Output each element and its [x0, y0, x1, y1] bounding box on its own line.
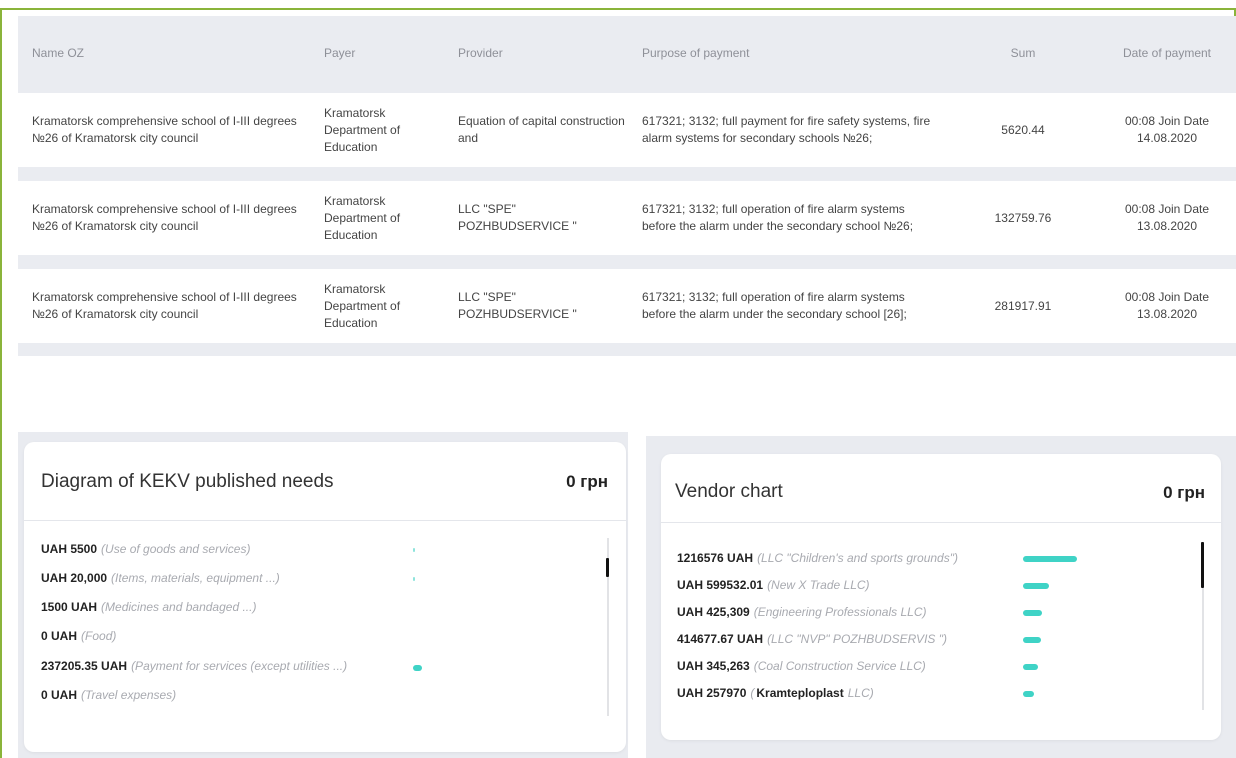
vendor-scrollbar-thumb[interactable]: [1201, 542, 1204, 588]
vendor-item-desc-name: Kramteploplast: [756, 686, 844, 700]
kekv-item-amount: 0 UAH: [41, 629, 78, 643]
cell-payer: Kramatorsk Department of Education: [324, 105, 401, 154]
vendor-item: UAH 599532.01 (New X Trade LLC): [677, 578, 870, 592]
vendor-bar: [1023, 664, 1038, 670]
kekv-bar: [413, 665, 422, 671]
vendor-item-desc-prefix: (: [750, 686, 755, 700]
vendor-item: UAH 345,263 (Coal Construction Service LL…: [677, 659, 926, 673]
vendor-item-amount: 1216576 UAH: [677, 551, 754, 565]
table-row[interactable]: Kramatorsk comprehensive school of I-III…: [18, 269, 1236, 343]
cell-payer: Kramatorsk Department of Education: [324, 281, 401, 330]
vendor-card-amount: 0 грн: [1163, 483, 1205, 502]
cell-name: Kramatorsk comprehensive school of I-III…: [32, 202, 297, 233]
vendor-item-amount: UAH 599532.01: [677, 578, 764, 592]
kekv-item: UAH 20,000 (Items, materials, equipment .…: [41, 571, 280, 585]
vendor-item-amount: UAH 425,309: [677, 605, 750, 619]
vendor-bar: [1023, 556, 1077, 562]
kekv-item: UAH 5500 (Use of goods and services): [41, 542, 250, 556]
header-provider[interactable]: Provider: [458, 16, 628, 90]
vendor-item: UAH 425,309 (Engineering Professionals LL…: [677, 605, 926, 619]
kekv-item-desc: (Use of goods and services): [101, 542, 251, 556]
vendor-bar: [1023, 691, 1034, 697]
vendor-bar: [1023, 610, 1042, 616]
vendor-item-amount: UAH 345,263: [677, 659, 750, 673]
vendor-item-desc-suffix: LLC): [847, 686, 874, 700]
kekv-item-desc: (Travel expenses): [81, 688, 177, 702]
kekv-card-divider: [24, 520, 626, 521]
vendor-item-desc: (Coal Construction Service LLC): [753, 659, 926, 673]
header-date[interactable]: Date of payment: [1098, 16, 1236, 90]
cell-sum: 5620.44: [1001, 122, 1045, 137]
frame-top-border: [0, 0, 1236, 10]
cell-provider: LLC "SPE" POZHBUDSERVICE ": [458, 290, 577, 321]
header-sum[interactable]: Sum: [968, 16, 1078, 90]
kekv-item-amount: 0 UAH: [41, 688, 78, 702]
kekv-item-desc: (Medicines and bandaged ...): [101, 600, 257, 614]
payments-table: Name OZ Payer Provider Purpose of paymen…: [18, 16, 1236, 356]
kekv-item: 237205.35 UAH (Payment for services (exce…: [41, 659, 347, 673]
cell-date: 00:08 Join Date 14.08.2020: [1124, 114, 1210, 145]
kekv-item-amount: UAH 20,000: [41, 571, 108, 585]
table-header: Name OZ Payer Provider Purpose of paymen…: [18, 16, 1236, 90]
cell-sum: 132759.76: [994, 210, 1052, 225]
vendor-card: Vendor chart 0 грн 1216576 UAH (LLC "Chil…: [661, 454, 1221, 740]
cell-date: 00:08 Join Date 13.08.2020: [1124, 290, 1210, 321]
kekv-item: 1500 UAH (Medicines and bandaged ...): [41, 600, 256, 614]
vendor-bar: [1023, 583, 1049, 589]
vendor-item-desc: (Engineering Professionals LLC): [753, 605, 927, 619]
vendor-item: 1216576 UAH (LLC "Children's and sports g…: [677, 551, 958, 565]
kekv-item-amount: 237205.35 UAH: [41, 659, 128, 673]
cell-date: 00:08 Join Date 13.08.2020: [1124, 202, 1210, 233]
cell-name: Kramatorsk comprehensive school of I-III…: [32, 290, 297, 321]
kekv-bar: [413, 577, 415, 581]
kekv-item-desc: (Payment for services (except utilities …: [131, 659, 348, 673]
table-row[interactable]: Kramatorsk comprehensive school of I-III…: [18, 93, 1236, 167]
kekv-bar: [413, 548, 415, 552]
cell-sum: 281917.91: [994, 298, 1052, 313]
vendor-item: 414677.67 UAH (LLC "NVP" POZHBUDSERVIS "): [677, 632, 947, 646]
header-purpose[interactable]: Purpose of payment: [642, 16, 942, 90]
header-name[interactable]: Name OZ: [32, 16, 322, 90]
kekv-item-desc: (Food): [81, 629, 117, 643]
vendor-item-amount: 414677.67 UAH: [677, 632, 764, 646]
table-row[interactable]: Kramatorsk comprehensive school of I-III…: [18, 181, 1236, 255]
kekv-scrollbar-thumb[interactable]: [606, 558, 609, 577]
vendor-bar: [1023, 637, 1041, 643]
header-payer[interactable]: Payer: [324, 16, 434, 90]
vendor-card-divider: [661, 522, 1221, 523]
cell-provider: LLC "SPE" POZHBUDSERVICE ": [458, 202, 577, 233]
kekv-item-desc: (Items, materials, equipment ...): [111, 571, 280, 585]
vendor-card-title: Vendor chart: [675, 481, 783, 502]
vendor-item-amount: UAH 257970: [677, 686, 747, 700]
vendor-item-desc: (LLC "Children's and sports grounds"): [757, 551, 958, 565]
kekv-item-amount: UAH 5500: [41, 542, 98, 556]
cell-purpose: 617321; 3132; full payment for fire safe…: [642, 114, 931, 145]
kekv-card-title: Diagram of KEKV published needs: [41, 471, 334, 492]
cell-purpose: 617321; 3132; full operation of fire ala…: [642, 290, 907, 321]
cell-payer: Kramatorsk Department of Education: [324, 193, 401, 242]
cell-purpose: 617321; 3132; full operation of fire ala…: [642, 202, 914, 233]
vendor-item-desc: (New X Trade LLC): [767, 578, 870, 592]
kekv-item: 0 UAH (Food): [41, 629, 116, 643]
vendor-item: UAH 257970(Kramteploplast LLC): [677, 686, 874, 700]
kekv-card-amount: 0 грн: [566, 472, 608, 491]
cell-provider: Equation of capital construction and: [458, 114, 625, 145]
kekv-item-amount: 1500 UAH: [41, 600, 98, 614]
kekv-item: 0 UAH (Travel expenses): [41, 688, 176, 702]
vendor-item-desc: (LLC "NVP" POZHBUDSERVIS "): [767, 632, 947, 646]
kekv-card: Diagram of KEKV published needs 0 грн UA…: [24, 442, 626, 752]
cell-name: Kramatorsk comprehensive school of I-III…: [32, 114, 297, 145]
frame-left-border: [0, 8, 2, 758]
